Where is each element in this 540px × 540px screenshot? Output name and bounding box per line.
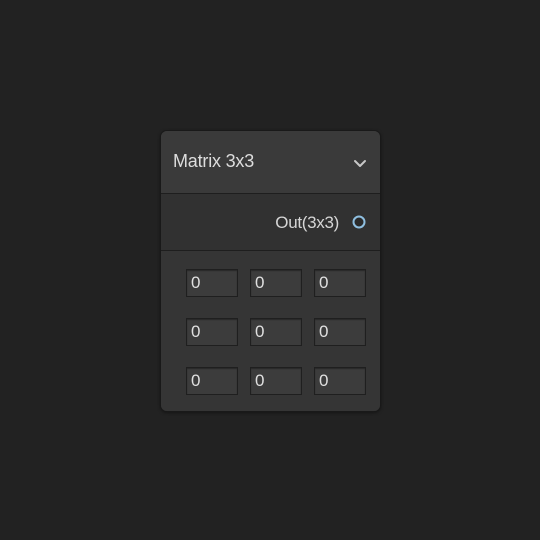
output-port-connector[interactable] bbox=[352, 215, 366, 229]
matrix-field-m02[interactable] bbox=[314, 269, 366, 297]
matrix-field-m10[interactable] bbox=[186, 318, 238, 346]
matrix-field-m21[interactable] bbox=[250, 367, 302, 395]
node-body bbox=[161, 251, 380, 411]
matrix-field-m01[interactable] bbox=[250, 269, 302, 297]
chevron-down-icon bbox=[354, 160, 366, 167]
node-title: Matrix 3x3 bbox=[173, 151, 255, 171]
matrix-field-m11[interactable] bbox=[250, 318, 302, 346]
graph-canvas[interactable]: Matrix 3x3 Out(3x3) bbox=[0, 0, 540, 540]
node-output-ports: Out(3x3) bbox=[161, 194, 380, 251]
matrix-field-m00[interactable] bbox=[186, 269, 238, 297]
matrix-field-m22[interactable] bbox=[314, 367, 366, 395]
matrix-input-grid bbox=[186, 269, 366, 395]
matrix-field-m20[interactable] bbox=[186, 367, 238, 395]
port-circle-icon bbox=[352, 215, 366, 229]
output-port-label: Out(3x3) bbox=[275, 213, 339, 232]
collapse-toggle-button[interactable] bbox=[348, 151, 372, 175]
matrix-field-m12[interactable] bbox=[314, 318, 366, 346]
node-header[interactable]: Matrix 3x3 bbox=[161, 131, 380, 194]
matrix-3x3-node[interactable]: Matrix 3x3 Out(3x3) bbox=[160, 130, 381, 412]
